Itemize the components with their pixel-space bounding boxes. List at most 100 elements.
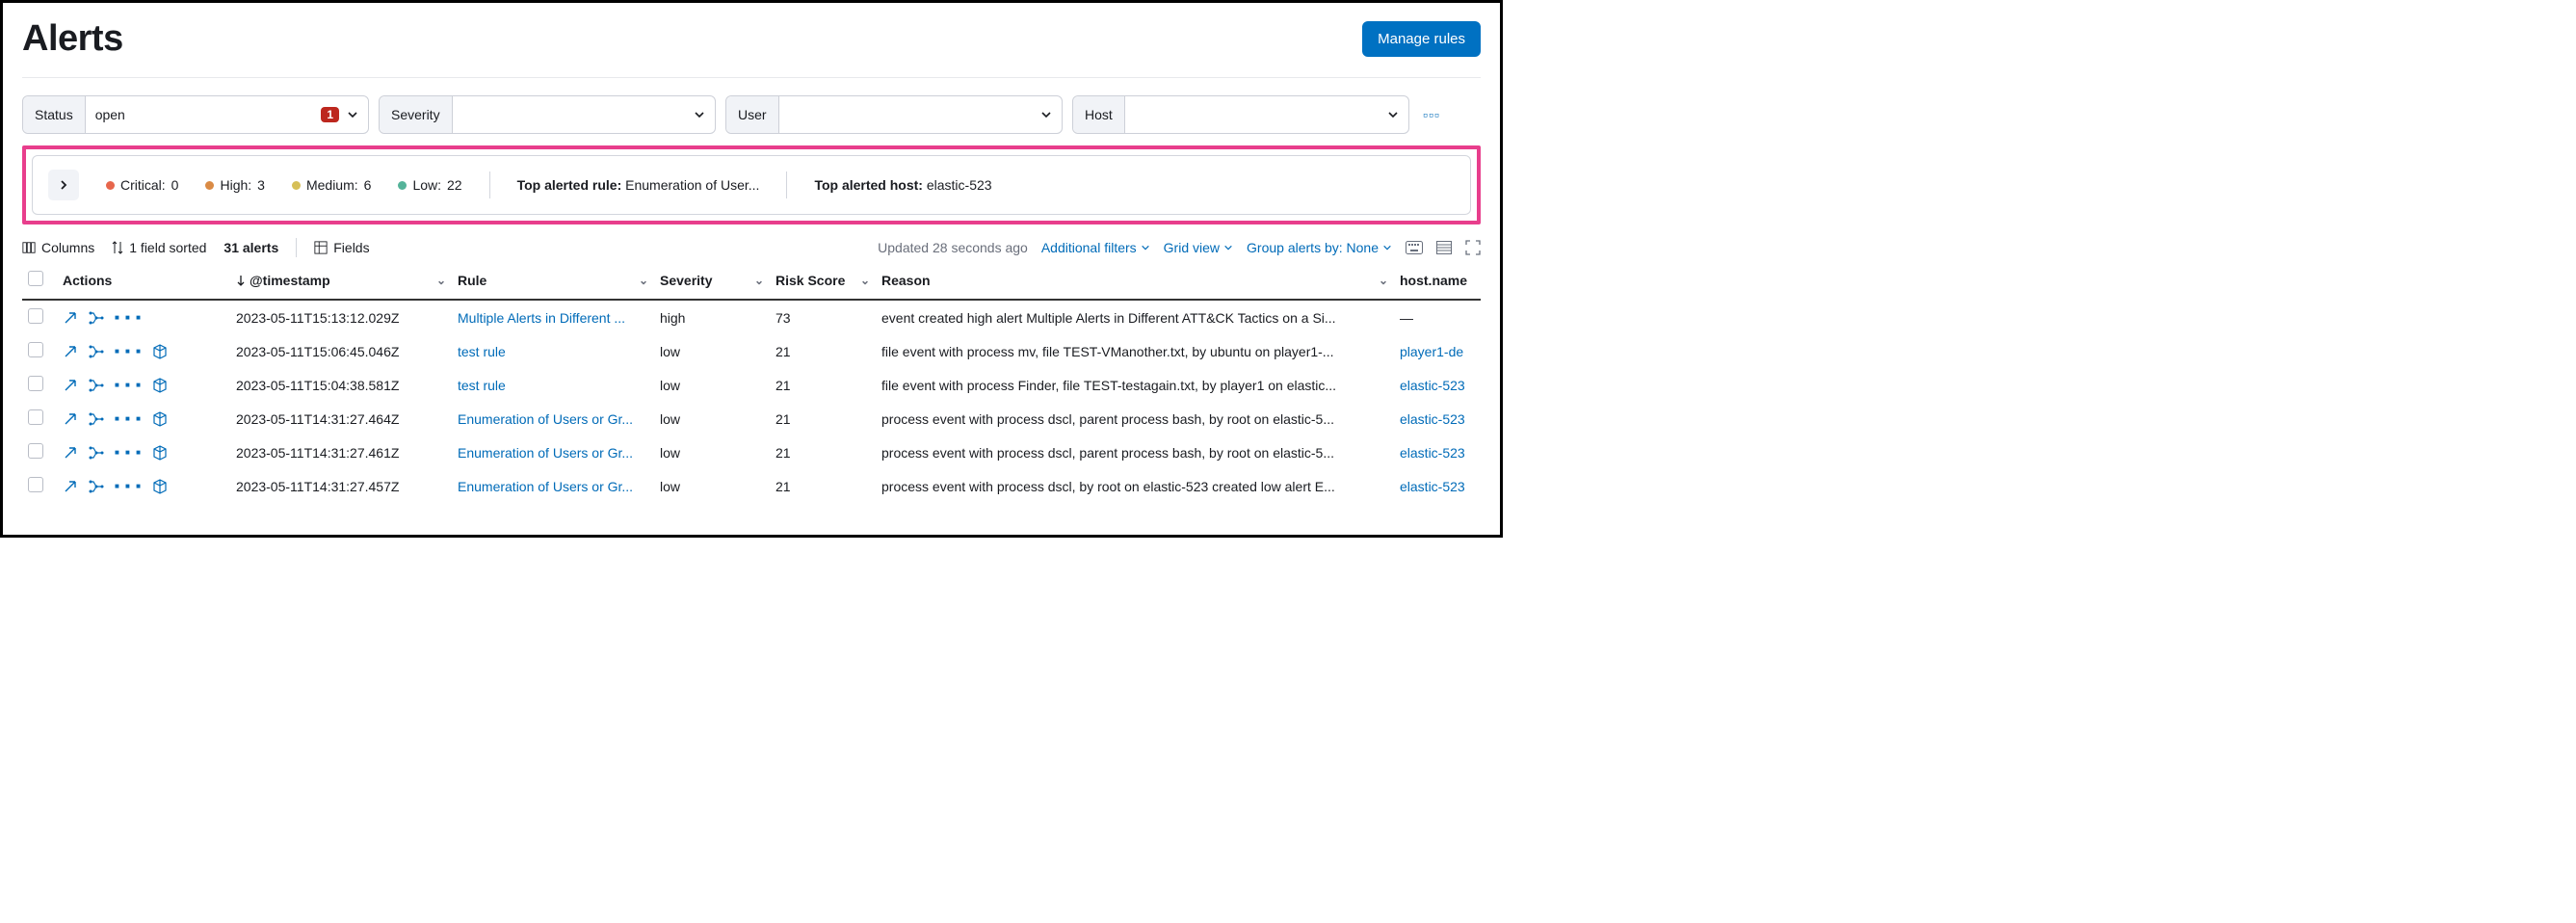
- expand-icon[interactable]: [63, 344, 78, 359]
- more-actions-icon[interactable]: ■ ■ ■: [115, 347, 143, 356]
- host-link[interactable]: elastic-523: [1400, 378, 1465, 393]
- rule-link[interactable]: Enumeration of Users or Gr...: [458, 479, 633, 494]
- session-view-icon[interactable]: [152, 344, 168, 359]
- analyze-icon[interactable]: [88, 445, 105, 461]
- risk-cell: 73: [770, 300, 876, 334]
- chevron-down-icon[interactable]: ⌄: [436, 274, 446, 287]
- analyze-icon[interactable]: [88, 411, 105, 427]
- session-view-icon[interactable]: [152, 445, 168, 461]
- analyze-icon[interactable]: [88, 310, 105, 326]
- additional-filters-button[interactable]: Additional filters: [1041, 240, 1150, 255]
- session-view-icon[interactable]: [152, 411, 168, 427]
- filter-host-label: Host: [1073, 96, 1125, 133]
- fields-button[interactable]: Fields: [314, 240, 369, 255]
- more-filters-icon[interactable]: ▫▫▫: [1419, 103, 1444, 126]
- column-risk[interactable]: Risk Score⌄: [770, 261, 876, 300]
- group-alerts-button[interactable]: Group alerts by: None: [1247, 240, 1392, 255]
- reason-cell: file event with process mv, file TEST-VM…: [876, 334, 1394, 368]
- column-actions: Actions: [57, 261, 230, 300]
- columns-button[interactable]: Columns: [22, 240, 94, 255]
- reason-cell: file event with process Finder, file TES…: [876, 368, 1394, 402]
- host-cell: elastic-523: [1394, 368, 1481, 402]
- host-link[interactable]: elastic-523: [1400, 479, 1465, 494]
- chevron-down-icon[interactable]: ⌄: [754, 274, 764, 287]
- timestamp-cell: 2023-05-11T15:04:38.581Z: [230, 368, 452, 402]
- timestamp-cell: 2023-05-11T14:31:27.457Z: [230, 469, 452, 503]
- chevron-down-icon[interactable]: ⌄: [860, 274, 870, 287]
- filter-status[interactable]: Status open 1: [22, 95, 369, 134]
- column-reason[interactable]: Reason⌄: [876, 261, 1394, 300]
- severity-cell: low: [654, 402, 770, 435]
- more-actions-icon[interactable]: ■ ■ ■: [115, 381, 143, 389]
- analyze-icon[interactable]: [88, 479, 105, 494]
- filter-severity-label: Severity: [380, 96, 453, 133]
- more-actions-icon[interactable]: ■ ■ ■: [115, 448, 143, 457]
- select-all-header[interactable]: [22, 261, 57, 300]
- table-density-icon[interactable]: [1436, 241, 1452, 254]
- keyboard-icon[interactable]: [1406, 241, 1423, 254]
- column-timestamp[interactable]: @timestamp⌄: [230, 261, 452, 300]
- severity-low: Low: 22: [398, 177, 461, 193]
- risk-cell: 21: [770, 435, 876, 469]
- host-link[interactable]: elastic-523: [1400, 411, 1465, 427]
- reason-cell: process event with process dscl, by root…: [876, 469, 1394, 503]
- severity-cell: low: [654, 469, 770, 503]
- more-actions-icon[interactable]: ■ ■ ■: [115, 414, 143, 423]
- summary-highlight: Critical: 0 High: 3 Medium: 6 Low: 22 To…: [22, 145, 1481, 224]
- expand-icon[interactable]: [63, 445, 78, 461]
- rule-link[interactable]: Multiple Alerts in Different ...: [458, 310, 625, 326]
- rule-link[interactable]: Enumeration of Users or Gr...: [458, 445, 633, 461]
- analyze-icon[interactable]: [88, 378, 105, 393]
- session-view-icon[interactable]: [152, 378, 168, 393]
- expand-summary-button[interactable]: [48, 170, 79, 200]
- row-checkbox[interactable]: [28, 409, 43, 425]
- more-actions-icon[interactable]: ■ ■ ■: [115, 313, 143, 322]
- timestamp-cell: 2023-05-11T15:13:12.029Z: [230, 300, 452, 334]
- expand-icon[interactable]: [63, 479, 78, 494]
- fullscreen-icon[interactable]: [1465, 240, 1481, 255]
- chevron-down-icon[interactable]: ⌄: [639, 274, 648, 287]
- column-severity[interactable]: Severity⌄: [654, 261, 770, 300]
- expand-icon[interactable]: [63, 411, 78, 427]
- host-link[interactable]: player1-de: [1400, 344, 1463, 359]
- row-checkbox[interactable]: [28, 443, 43, 459]
- column-host[interactable]: host.name: [1394, 261, 1481, 300]
- column-rule[interactable]: Rule⌄: [452, 261, 654, 300]
- sort-button[interactable]: 1 field sorted: [112, 240, 206, 255]
- table-toolbar: Columns 1 field sorted 31 alerts Fields …: [22, 238, 1481, 257]
- risk-cell: 21: [770, 402, 876, 435]
- rule-link[interactable]: Enumeration of Users or Gr...: [458, 411, 633, 427]
- host-cell: elastic-523: [1394, 435, 1481, 469]
- host-cell: —: [1394, 300, 1481, 334]
- dot-icon: [106, 181, 115, 190]
- page-title: Alerts: [22, 18, 123, 60]
- filter-user[interactable]: User: [725, 95, 1063, 134]
- alerts-table: Actions @timestamp⌄ Rule⌄ Severity⌄ Risk…: [22, 261, 1481, 503]
- host-cell: elastic-523: [1394, 469, 1481, 503]
- more-actions-icon[interactable]: ■ ■ ■: [115, 482, 143, 490]
- host-cell: player1-de: [1394, 334, 1481, 368]
- reason-cell: process event with process dscl, parent …: [876, 435, 1394, 469]
- expand-icon[interactable]: [63, 378, 78, 393]
- dot-icon: [205, 181, 214, 190]
- analyze-icon[interactable]: [88, 344, 105, 359]
- filter-status-value: open: [95, 107, 125, 122]
- rule-link[interactable]: test rule: [458, 378, 506, 393]
- chevron-down-icon[interactable]: ⌄: [1379, 274, 1388, 287]
- row-checkbox[interactable]: [28, 308, 43, 324]
- rule-link[interactable]: test rule: [458, 344, 506, 359]
- expand-icon[interactable]: [63, 310, 78, 326]
- host-link[interactable]: elastic-523: [1400, 445, 1465, 461]
- row-checkbox[interactable]: [28, 376, 43, 391]
- session-view-icon[interactable]: [152, 479, 168, 494]
- updated-timestamp: Updated 28 seconds ago: [878, 240, 1028, 255]
- summary-bar: Critical: 0 High: 3 Medium: 6 Low: 22 To…: [32, 155, 1471, 215]
- row-checkbox[interactable]: [28, 477, 43, 492]
- grid-view-button[interactable]: Grid view: [1164, 240, 1233, 255]
- checkbox[interactable]: [28, 271, 43, 286]
- timestamp-cell: 2023-05-11T14:31:27.461Z: [230, 435, 452, 469]
- filter-severity[interactable]: Severity: [379, 95, 716, 134]
- row-checkbox[interactable]: [28, 342, 43, 357]
- manage-rules-button[interactable]: Manage rules: [1362, 21, 1481, 57]
- filter-host[interactable]: Host: [1072, 95, 1409, 134]
